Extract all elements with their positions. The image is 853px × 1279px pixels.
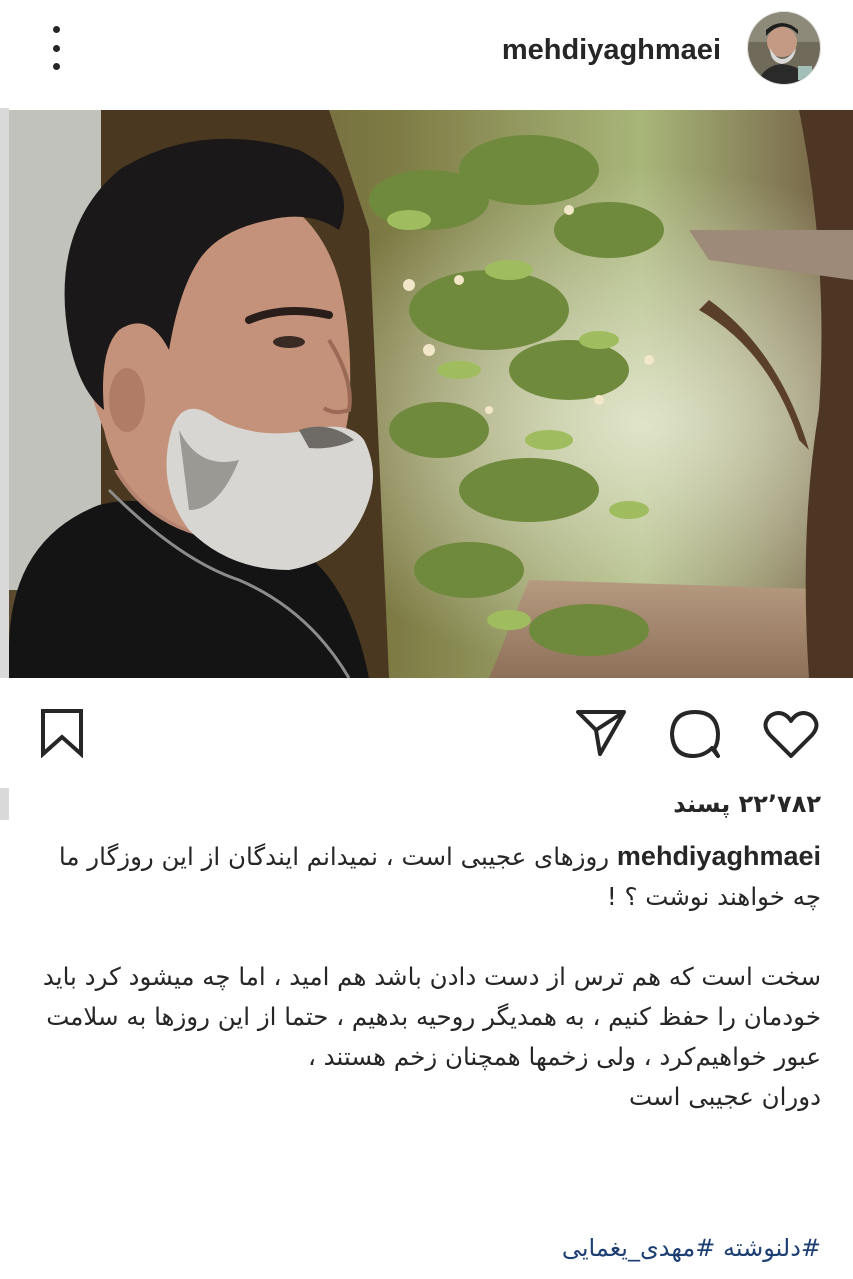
caption-line-3: دوران عجیبی است — [629, 1082, 821, 1111]
heart-icon[interactable] — [762, 710, 820, 760]
hashtags: #دلنوشته #مهدی_یغمایی — [562, 1230, 821, 1266]
more-vertical-icon[interactable] — [44, 26, 68, 70]
hashtag-1[interactable]: #دلنوشته — [723, 1234, 821, 1262]
comment-icon[interactable] — [668, 708, 722, 760]
caption-username[interactable]: mehdiyaghmaei — [617, 841, 821, 871]
post-image[interactable] — [9, 110, 853, 678]
action-bar — [0, 678, 853, 788]
caption-line-2: سخت است که هم ترس از دست دادن باشد هم ام… — [42, 962, 821, 1071]
likes-number: ۲۲٬۷۸۲ — [738, 790, 821, 818]
likes-count[interactable]: ۲۲٬۷۸۲ پسند — [673, 786, 821, 822]
post-header: mehdiyaghmaei — [0, 0, 853, 108]
caption-gap — [31, 917, 821, 957]
send-icon[interactable] — [574, 708, 628, 758]
post-caption: mehdiyaghmaei روزهای عجیبی است ، نمیدانم… — [31, 836, 821, 1117]
likes-word: پسند — [673, 790, 731, 818]
instagram-post: mehdiyaghmaei ۲۲٬۷۸۲ پسند mehdiyaghmaei … — [0, 0, 853, 1279]
header-username[interactable]: mehdiyaghmaei — [502, 30, 721, 70]
hashtag-2[interactable]: #مهدی_یغمایی — [562, 1234, 716, 1262]
bookmark-icon[interactable] — [38, 708, 86, 759]
caption-paragraph-1: mehdiyaghmaei روزهای عجیبی است ، نمیدانم… — [31, 836, 821, 917]
avatar[interactable] — [748, 12, 820, 84]
